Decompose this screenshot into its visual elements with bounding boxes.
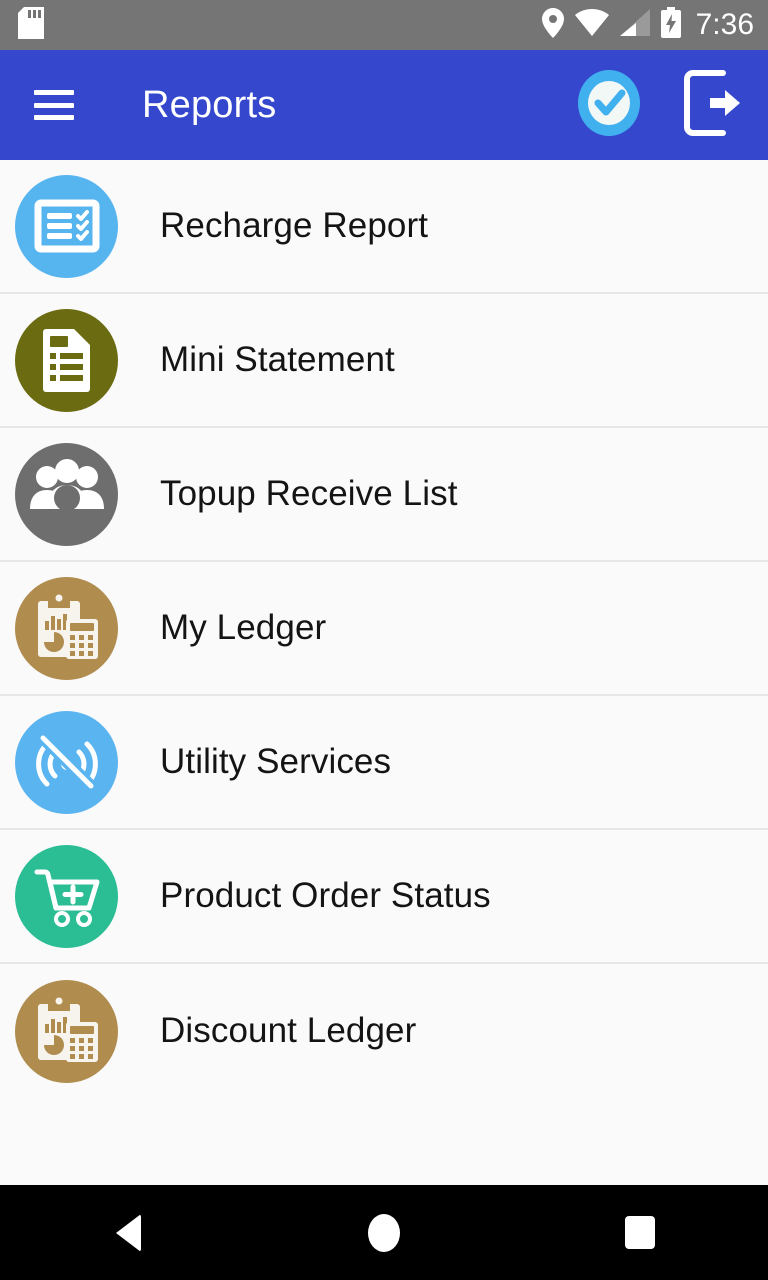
list-item-mini-statement[interactable]: Mini Statement	[0, 294, 768, 428]
location-pin-icon	[541, 7, 564, 43]
clipboard-calculator-icon	[15, 979, 118, 1083]
status-bar-left	[18, 6, 44, 44]
page-title: Reports	[142, 83, 277, 126]
check-circle-icon	[578, 69, 640, 141]
app-bar-actions	[576, 69, 746, 141]
nav-home-button[interactable]	[329, 1185, 439, 1280]
phone-screen: 7:36 Reports Recharge Report Mini Statem…	[0, 0, 768, 1280]
circle-home-icon	[368, 1213, 400, 1252]
list-item-label: My Ledger	[160, 608, 327, 647]
android-navigation-bar	[0, 1185, 768, 1280]
app-bar: Reports	[0, 50, 768, 160]
wifi-icon	[574, 9, 609, 41]
status-bar-clock: 7:36	[695, 8, 754, 41]
hamburger-line	[34, 115, 74, 120]
logout-button[interactable]	[680, 69, 746, 141]
document-lines-icon	[15, 308, 118, 412]
list-item-my-ledger[interactable]: My Ledger	[0, 562, 768, 696]
list-item-product-order-status[interactable]: Product Order Status	[0, 830, 768, 964]
people-group-icon	[15, 442, 118, 546]
verified-check-button[interactable]	[576, 69, 642, 141]
list-item-label: Utility Services	[160, 742, 392, 781]
list-item-utility-services[interactable]: Utility Services	[0, 696, 768, 830]
sd-card-icon	[18, 6, 44, 44]
hamburger-line	[34, 90, 74, 95]
list-item-label: Topup Receive List	[160, 474, 458, 513]
status-bar-right: 7:36	[541, 7, 754, 43]
list-item-label: Product Order Status	[160, 876, 491, 915]
list-item-discount-ledger[interactable]: Discount Ledger	[0, 964, 768, 1098]
hamburger-menu-icon[interactable]	[34, 90, 74, 120]
nav-recents-button[interactable]	[585, 1185, 695, 1280]
checklist-icon	[15, 174, 118, 278]
logout-icon	[684, 69, 742, 141]
triangle-back-icon	[115, 1213, 141, 1252]
battery-charging-icon	[660, 7, 681, 43]
list-item-recharge-report[interactable]: Recharge Report	[0, 160, 768, 294]
status-bar: 7:36	[0, 0, 768, 50]
list-item-label: Recharge Report	[160, 206, 429, 245]
hamburger-line	[34, 102, 74, 108]
cart-plus-icon	[15, 844, 118, 948]
nav-back-button[interactable]	[73, 1185, 183, 1280]
list-item-label: Mini Statement	[160, 340, 395, 379]
square-recents-icon	[625, 1216, 655, 1249]
signal-off-icon	[15, 710, 118, 814]
reports-list: Recharge Report Mini Statement Topup Rec…	[0, 160, 768, 1185]
cell-signal-icon	[619, 9, 650, 41]
clipboard-calculator-icon	[15, 576, 118, 680]
list-item-topup-receive-list[interactable]: Topup Receive List	[0, 428, 768, 562]
list-item-label: Discount Ledger	[160, 1011, 417, 1050]
